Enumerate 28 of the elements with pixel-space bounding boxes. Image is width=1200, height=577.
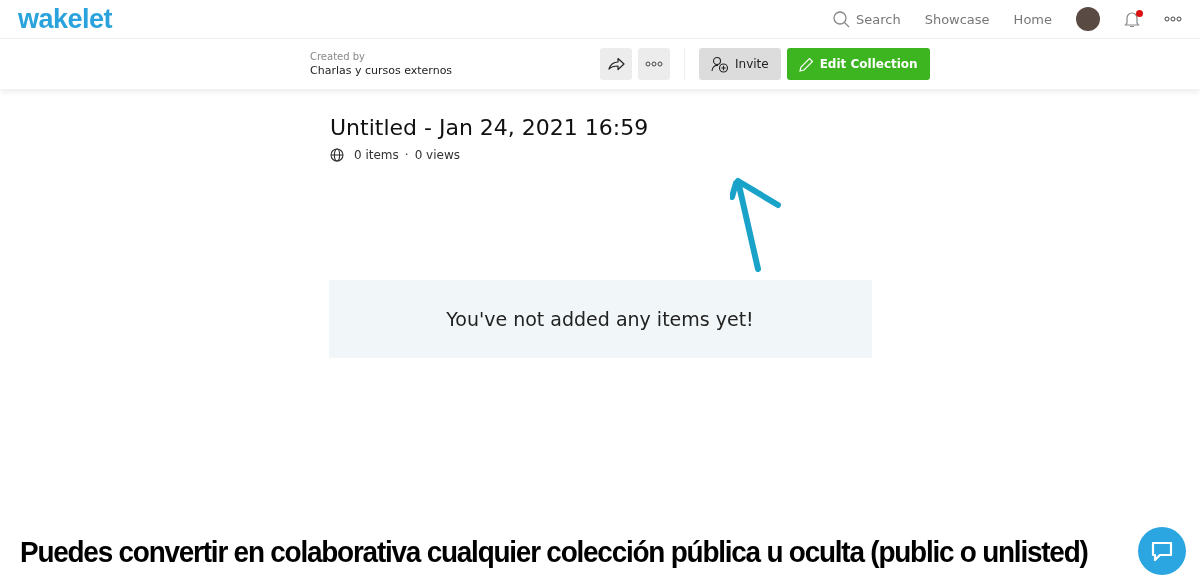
collection-title: Untitled - Jan 24, 2021 16:59 [330,115,650,140]
search-link[interactable]: Search [832,10,901,28]
invite-button[interactable]: Invite [699,48,781,80]
chat-icon [1150,540,1174,562]
empty-message: You've not added any items yet! [446,308,754,330]
share-button[interactable] [600,48,632,80]
edit-collection-button[interactable]: Edit Collection [786,48,930,80]
notifications-button[interactable] [1124,10,1140,28]
nav-link[interactable]: Home [1013,11,1052,27]
items-count: 0 items [354,148,399,162]
chat-button[interactable] [1138,527,1186,575]
more-icon [645,61,663,67]
share-icon [607,57,625,71]
created-by-label: Created by [310,51,367,62]
bell-icon [1124,10,1140,28]
caption-text: Puedes convertir en colaborativa cualquier colección pública u oculta (public o unlisted) [20,535,1088,569]
wakelet-logo[interactable]: wakelet [18,3,113,35]
separator-dot: · [404,148,409,162]
avatar[interactable] [1076,7,1100,31]
more-button[interactable] [638,48,670,80]
add-person-icon [711,55,729,73]
views-count: 0 views [414,148,460,162]
pencil-icon [798,56,814,72]
globe-icon [330,148,344,162]
search-icon [832,10,850,28]
creator-name[interactable]: Charlas y cursos externos [310,64,600,77]
nav-link[interactable]: Showcase [924,11,990,27]
more-icon [1164,16,1182,22]
